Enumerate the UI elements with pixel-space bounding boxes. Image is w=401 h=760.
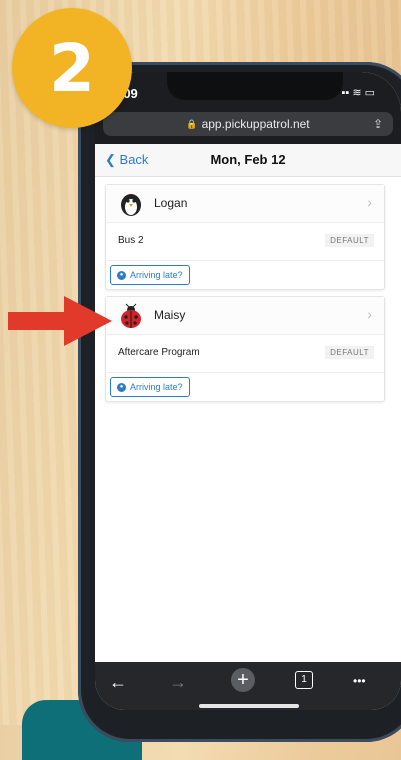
lock-icon: 🔒 xyxy=(186,118,198,129)
url-bar[interactable]: 🔒 app.pickuppatrol.net ⇪ xyxy=(103,112,393,136)
share-icon[interactable]: ⇪ xyxy=(373,117,383,131)
arriving-late-button[interactable]: ● Arriving late? xyxy=(110,265,190,285)
step-badge: 2 xyxy=(12,8,132,128)
ladybug-icon xyxy=(121,303,141,328)
arriving-late-button[interactable]: ● Arriving late? xyxy=(110,377,190,397)
clock-icon: ● xyxy=(117,382,126,392)
student-card: Logan › Bus 2 DEFAULT ● Arriving late? xyxy=(105,184,385,290)
student-name: Maisy xyxy=(154,308,186,322)
route-name: Bus 2 xyxy=(118,235,144,246)
page-header: Mon, Feb 12 ❮ Back xyxy=(95,144,401,177)
chevron-left-icon: ❮ xyxy=(105,152,116,167)
back-button[interactable]: ❮ Back xyxy=(105,152,148,168)
back-arrow-icon[interactable]: ← xyxy=(109,672,127,693)
tab-count-button[interactable]: 1 xyxy=(295,671,313,689)
chevron-right-icon: › xyxy=(367,306,372,322)
card-footer: ● Arriving late? xyxy=(106,261,384,289)
more-menu-icon[interactable]: ••• xyxy=(353,674,366,688)
penguin-icon xyxy=(121,194,141,216)
new-tab-button[interactable]: + xyxy=(231,668,255,692)
phone-screen: :09 ▪▪ ≋ ▭ 🔒 app.pickuppatrol.net ⇪ Mon,… xyxy=(95,72,401,710)
route-name: Aftercare Program xyxy=(118,347,200,358)
student-card: Maisy › Aftercare Program DEFAULT ● Arri… xyxy=(105,296,385,402)
browser-toolbar: ← → + 1 ••• xyxy=(95,662,401,710)
arriving-late-label: Arriving late? xyxy=(130,270,183,280)
card-footer: ● Arriving late? xyxy=(106,373,384,401)
status-icons: ▪▪ ≋ ▭ xyxy=(341,87,375,99)
route-tag: DEFAULT xyxy=(325,234,374,247)
student-row[interactable]: Logan › xyxy=(106,185,384,223)
route-row: Bus 2 DEFAULT xyxy=(106,223,384,261)
chevron-right-icon: › xyxy=(367,194,372,210)
student-row[interactable]: Maisy › xyxy=(106,297,384,335)
route-tag: DEFAULT xyxy=(325,346,374,359)
browser-chrome: :09 ▪▪ ≋ ▭ 🔒 app.pickuppatrol.net ⇪ xyxy=(95,72,401,144)
back-label: Back xyxy=(119,152,149,167)
pointer-arrow-icon xyxy=(8,296,112,346)
notch xyxy=(167,72,343,100)
forward-arrow-icon[interactable]: → xyxy=(169,672,187,693)
student-name: Logan xyxy=(154,196,188,210)
arriving-late-label: Arriving late? xyxy=(130,382,183,392)
url-text: app.pickuppatrol.net xyxy=(201,117,310,131)
home-indicator xyxy=(199,704,299,708)
route-row: Aftercare Program DEFAULT xyxy=(106,335,384,373)
clock-icon: ● xyxy=(117,270,126,280)
